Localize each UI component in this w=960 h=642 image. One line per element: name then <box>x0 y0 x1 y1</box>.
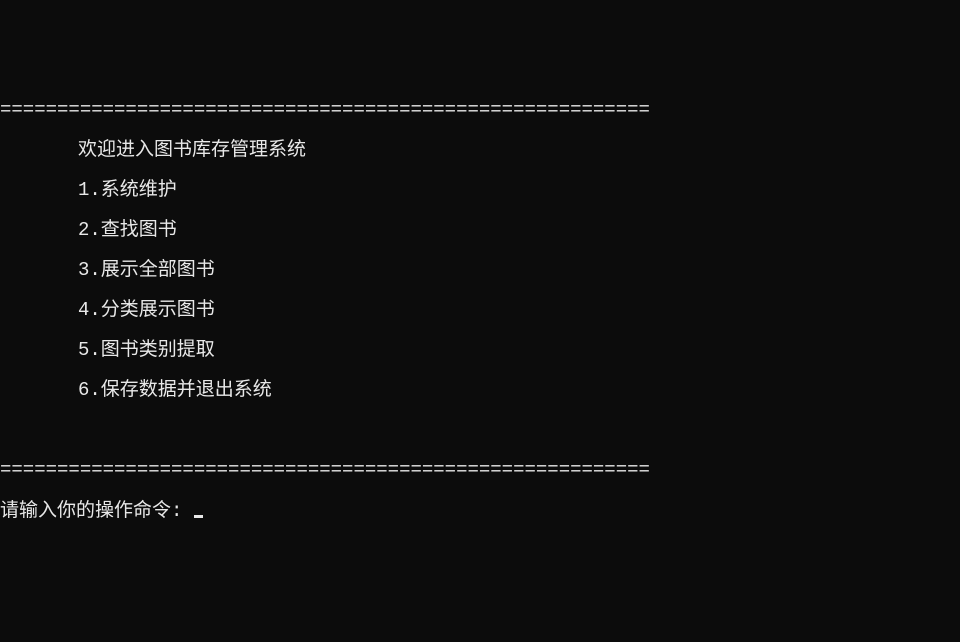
command-input[interactable] <box>182 500 192 522</box>
menu-item-1: 1.系统维护 <box>0 180 960 200</box>
divider-bottom: ========================================… <box>0 460 960 480</box>
menu-item-6: 6.保存数据并退出系统 <box>0 380 960 400</box>
menu-item-3: 3.展示全部图书 <box>0 260 960 280</box>
menu-item-2: 2.查找图书 <box>0 220 960 240</box>
menu-item-4: 4.分类展示图书 <box>0 300 960 320</box>
prompt-label: 请输入你的操作命令: <box>0 501 182 521</box>
menu-item-5: 5.图书类别提取 <box>0 340 960 360</box>
divider-top: ========================================… <box>0 100 960 120</box>
prompt-line: 请输入你的操作命令: <box>0 500 960 522</box>
menu-title: 欢迎进入图书库存管理系统 <box>0 140 960 160</box>
cursor-icon <box>194 515 203 518</box>
blank-line <box>0 420 960 440</box>
terminal-window: ========================================… <box>0 80 960 542</box>
